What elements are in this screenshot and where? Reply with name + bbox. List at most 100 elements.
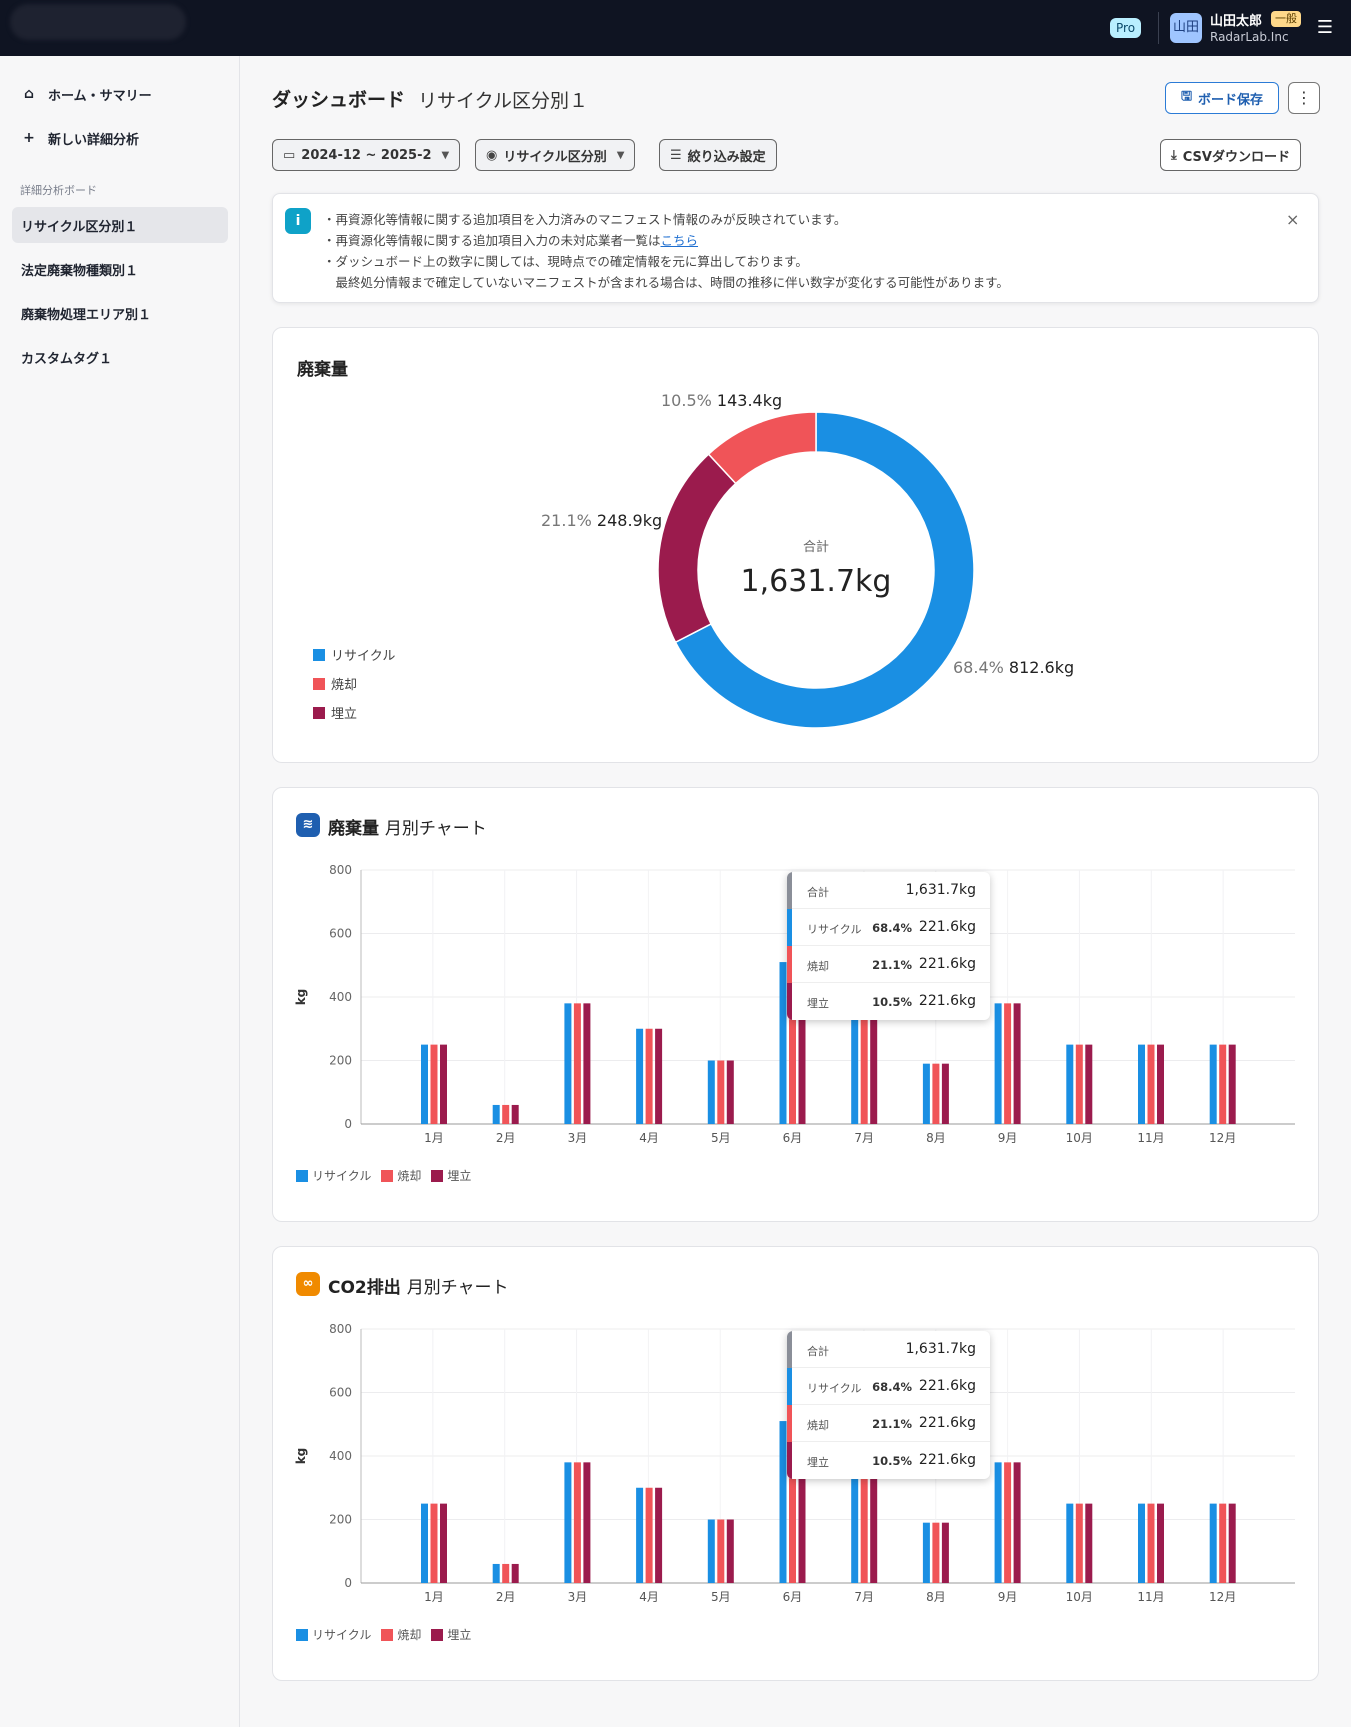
bar-incinerate[interactable] [1004,1003,1012,1124]
bar-recycle[interactable] [636,1487,644,1583]
bar-landfill[interactable] [798,1478,806,1583]
bar-recycle[interactable] [1066,1503,1074,1583]
bar-landfill[interactable] [1228,1503,1236,1583]
bar-incinerate[interactable] [860,1019,868,1124]
bar-landfill[interactable] [726,1060,734,1125]
sidebar-item-board-legal-type[interactable]: 法定廃棄物種類別１ [12,251,228,287]
bar-incinerate[interactable] [1219,1503,1227,1583]
bar-recycle[interactable] [636,1028,644,1124]
sidebar-item-board-custom-tag[interactable]: カスタムタグ１ [12,339,228,375]
bar-incinerate[interactable] [1075,1044,1083,1124]
bar-recycle[interactable] [1066,1044,1074,1124]
y-tick-label: 200 [329,1054,352,1068]
bar-incinerate[interactable] [645,1487,653,1583]
bar-incinerate[interactable] [573,1003,581,1124]
bar-landfill[interactable] [1157,1503,1164,1583]
bar-recycle[interactable] [492,1563,500,1583]
sidebar-item-board-recycle[interactable]: リサイクル区分別１ [12,207,228,243]
tooltip-value: 221.6kg [918,919,976,935]
bar-landfill[interactable] [798,1019,806,1124]
bar-incinerate[interactable] [932,1063,940,1124]
sidebar-item-board-area[interactable]: 廃棄物処理エリア別１ [12,295,228,331]
bar-recycle[interactable] [851,1478,859,1583]
bar-landfill[interactable] [941,1522,949,1583]
bar-landfill[interactable] [941,1063,949,1124]
bar-incinerate[interactable] [1219,1044,1227,1124]
tooltip-row-recycle: リサイクル 68.4% 221.6kg [787,1368,990,1405]
bar-landfill[interactable] [440,1044,447,1124]
bar-incinerate[interactable] [502,1563,510,1583]
tooltip-color-bar [787,983,792,1020]
bar-recycle[interactable] [994,1462,1002,1583]
bar-recycle[interactable] [922,1063,930,1124]
bar-incinerate[interactable] [860,1478,868,1583]
csv-download-button[interactable]: ⤓ CSVダウンロード [1160,139,1301,171]
bar-incinerate[interactable] [717,1060,725,1125]
sidebar-item-home[interactable]: ⌂ ホーム・サマリー [20,82,152,106]
bar-landfill[interactable] [1013,1003,1021,1124]
bar-recycle[interactable] [779,1421,787,1583]
bar-landfill[interactable] [870,1019,878,1124]
bar-recycle[interactable] [1138,1503,1145,1583]
bar-incinerate[interactable] [502,1104,510,1124]
bar-landfill[interactable] [726,1519,734,1584]
bar-landfill[interactable] [583,1462,591,1583]
bar-recycle[interactable] [492,1104,500,1124]
bar-landfill[interactable] [1228,1044,1236,1124]
bar-incinerate[interactable] [932,1522,940,1583]
view-filter[interactable]: ◉ リサイクル区分別 ▼ [475,139,636,171]
bar-recycle[interactable] [779,962,787,1124]
bar-recycle[interactable] [707,1060,715,1125]
bar-landfill[interactable] [870,1478,878,1583]
bar-incinerate[interactable] [1147,1503,1155,1583]
bar-landfill[interactable] [1085,1044,1093,1124]
bar-incinerate[interactable] [1075,1503,1083,1583]
bar-incinerate[interactable] [1147,1044,1155,1124]
bar-incinerate[interactable] [789,1478,796,1583]
bar-recycle[interactable] [564,1003,572,1124]
save-board-button[interactable]: 🖫 ボード保存 [1165,82,1279,114]
x-tick-label: 6月 [783,1131,803,1145]
bar-incinerate[interactable] [573,1462,581,1583]
bar-landfill[interactable] [440,1503,447,1583]
close-icon[interactable]: × [1286,210,1299,229]
bar-recycle[interactable] [1209,1044,1217,1124]
bar-recycle[interactable] [1209,1503,1217,1583]
filter-icon: ☰ [670,147,682,163]
date-range-filter[interactable]: ▭ 2024-12 ~ 2025-2 ▼ [272,139,461,171]
plus-icon: + [23,130,35,146]
bar-incinerate[interactable] [789,1019,796,1124]
bar-recycle[interactable] [421,1044,428,1124]
y-tick-label: 600 [329,927,352,941]
bar-recycle[interactable] [707,1519,715,1584]
avatar[interactable]: 山田 [1170,13,1202,43]
x-tick-label: 5月 [711,1131,731,1145]
bar-incinerate[interactable] [717,1519,725,1584]
bar-landfill[interactable] [1013,1462,1021,1583]
bar-recycle[interactable] [1138,1044,1145,1124]
bar-incinerate[interactable] [430,1503,438,1583]
bar-landfill[interactable] [655,1028,663,1124]
more-options-button[interactable]: ⋮ [1288,82,1320,114]
bar-recycle[interactable] [851,1019,859,1124]
bar-landfill[interactable] [1157,1044,1164,1124]
bar-landfill[interactable] [583,1003,591,1124]
bar-incinerate[interactable] [430,1044,438,1124]
bar-landfill[interactable] [511,1563,519,1583]
bar-recycle[interactable] [564,1462,572,1583]
app-logo[interactable] [10,4,186,40]
bar-recycle[interactable] [922,1522,930,1583]
bar-landfill[interactable] [655,1487,663,1583]
narrow-filter-button[interactable]: ☰ 絞り込み設定 [659,139,777,171]
bar-recycle[interactable] [421,1503,428,1583]
bar-recycle[interactable] [994,1003,1002,1124]
bar-landfill[interactable] [1085,1503,1093,1583]
bar-incinerate[interactable] [645,1028,653,1124]
bar-incinerate[interactable] [1004,1462,1012,1583]
tooltip-value: 221.6kg [918,1415,976,1431]
bar-landfill[interactable] [511,1104,519,1124]
hamburger-menu-icon[interactable]: ☰ [1316,18,1334,38]
unsupported-vendors-link[interactable]: こちら [661,233,699,248]
bar-legend: リサイクル 焼却 埋立 [296,1626,471,1643]
sidebar-item-new-analysis[interactable]: + 新しい詳細分析 [20,126,139,150]
